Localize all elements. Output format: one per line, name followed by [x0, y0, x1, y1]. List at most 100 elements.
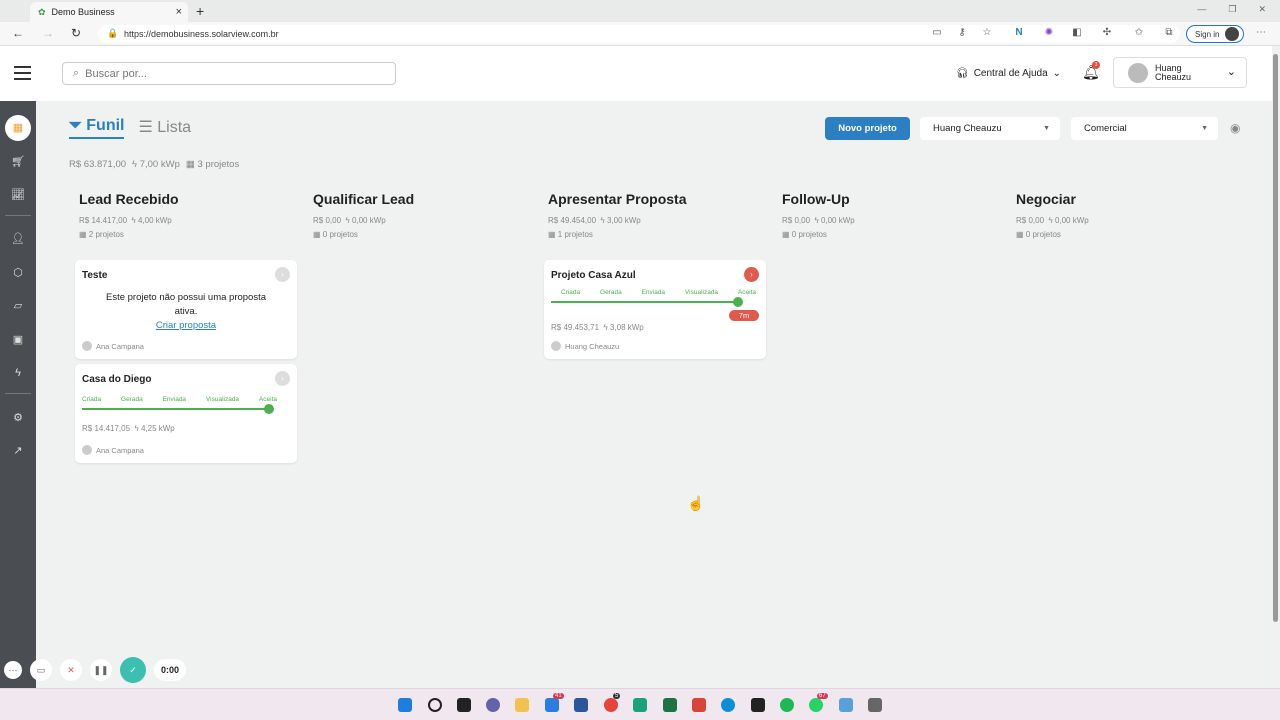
calculator-icon[interactable]: [868, 698, 882, 712]
forward-icon[interactable]: →: [42, 26, 54, 40]
teams-chat-icon[interactable]: [486, 698, 500, 712]
puzzle-icon[interactable]: ✣: [1100, 27, 1114, 41]
help-center-menu[interactable]: 🎧︎ Central de Ajuda ⌄: [956, 68, 1061, 79]
column-count-value: 0 projetos: [791, 230, 827, 239]
column-meta: R$ 14.417,00 ϟ 4,00 kWp: [79, 216, 172, 225]
column-meta: R$ 0,00 ϟ 0,00 kWp: [313, 216, 386, 225]
reload-icon[interactable]: ↻: [71, 26, 81, 40]
file-explorer-icon[interactable]: [515, 698, 529, 712]
user-menu[interactable]: Huang Cheauzu ⌄: [1113, 57, 1247, 88]
project-card-casa-do-diego[interactable]: Casa do Diego › Criada Gerada Enviada Visua…: [75, 364, 297, 463]
box-icon[interactable]: ⬡: [0, 266, 36, 279]
step-label: Enviada: [641, 289, 666, 296]
snipping-tool-icon[interactable]: [839, 698, 853, 712]
scrollbar-thumb[interactable]: [1273, 54, 1278, 622]
menu-icon[interactable]: [14, 66, 31, 84]
eye-icon[interactable]: ◉: [1230, 121, 1240, 135]
step-label: Aceita: [258, 396, 277, 403]
lock-icon: 🔒: [107, 28, 119, 38]
user-icon[interactable]: 👤︎: [0, 232, 36, 245]
favorites-icon[interactable]: ✩: [1132, 27, 1146, 41]
pause-icon[interactable]: ❚❚: [90, 659, 112, 681]
chart-icon[interactable]: 📈︎: [0, 188, 36, 201]
recording-timer: 0:00: [154, 659, 186, 681]
column-value: R$ 0,00: [782, 216, 811, 225]
more-icon[interactable]: ⋯: [4, 661, 22, 679]
chevron-down-icon: ⌄: [1226, 66, 1236, 78]
dropdown-arrow-icon: ▼: [1201, 125, 1208, 132]
favorite-icon[interactable]: ☆: [980, 27, 994, 41]
extension-icon[interactable]: ◧: [1070, 27, 1084, 41]
proposal-steps: Criada Gerada Enviada Visualizada Aceita: [82, 396, 277, 403]
chrome-icon[interactable]: [604, 698, 618, 712]
browser-tab[interactable]: ✿ Demo Business ×: [30, 2, 188, 22]
inverter-icon[interactable]: ▣: [0, 333, 36, 346]
windows-start-icon[interactable]: [398, 698, 412, 712]
search-input[interactable]: ⌕ Buscar por...: [62, 62, 396, 85]
trend-icon[interactable]: ↗: [0, 444, 36, 457]
column-count: ▦ 0 projetos: [1016, 230, 1061, 239]
card-title: Teste: [82, 270, 108, 281]
collections-icon[interactable]: ⧉: [1162, 27, 1176, 41]
project-card-teste[interactable]: Teste › Este projeto não possui uma prop…: [75, 260, 297, 359]
key-icon[interactable]: ⚷: [955, 27, 969, 41]
minimize-icon[interactable]: —: [1197, 4, 1206, 15]
filter-icon: ⏷: [69, 117, 82, 134]
sticky-notes-icon[interactable]: [751, 698, 765, 712]
column-negociar: Negociar R$ 0,00 ϟ 0,00 kWp ▦ 0 projetos: [1016, 191, 1236, 242]
more-icon[interactable]: ⋯: [1254, 27, 1268, 41]
back-icon[interactable]: ←: [12, 26, 24, 40]
bolt-icon[interactable]: ϟ: [0, 367, 36, 379]
spotify-icon[interactable]: [780, 698, 794, 712]
close-window-icon[interactable]: ✕: [1258, 4, 1266, 15]
app-icon[interactable]: [692, 698, 706, 712]
restore-icon[interactable]: ❐: [1228, 4, 1236, 15]
column-title: Negociar: [1016, 191, 1076, 207]
close-tab-icon[interactable]: ×: [176, 6, 182, 18]
excel-icon[interactable]: [663, 698, 677, 712]
url-text: https://demobusiness.solarview.com.br: [124, 29, 279, 39]
column-meta: R$ 49.454,00 ϟ 3,00 kWp: [548, 216, 641, 225]
user-filter-select[interactable]: Huang Cheauzu ▼: [920, 117, 1060, 140]
sidebar-item-dashboard[interactable]: ▦: [5, 115, 31, 141]
step-label: Gerada: [600, 289, 622, 296]
pipeline-filter-select[interactable]: Comercial ▼: [1071, 117, 1218, 140]
app-header: ⌕ Buscar por... 🎧︎ Central de Ajuda ⌄ 🔔︎…: [0, 46, 1272, 101]
word-icon[interactable]: [574, 698, 588, 712]
tab-lista[interactable]: ☰ Lista: [138, 117, 191, 139]
chevron-right-icon[interactable]: ›: [275, 371, 290, 386]
solar-panel-icon[interactable]: ▱: [0, 299, 36, 312]
chrome-badge: 5: [613, 693, 621, 699]
handshake-icon[interactable]: ⚙︎: [0, 411, 36, 424]
tab-funil-label: Funil: [86, 117, 125, 134]
signin-button[interactable]: Sign in: [1186, 25, 1244, 43]
mail-icon[interactable]: [545, 698, 559, 712]
pipeline-summary: R$ 63.871,00 ϟ 7,00 kWp ▦ 3 projetos: [69, 159, 239, 170]
list-icon: ☰: [138, 119, 153, 136]
project-card-casa-azul[interactable]: Projeto Casa Azul › Criada Gerada Enviada V…: [544, 260, 766, 359]
tab-title: Demo Business: [51, 7, 115, 17]
create-proposal-link[interactable]: Criar proposta: [75, 320, 297, 331]
extension-copilot-icon[interactable]: ✺: [1042, 27, 1056, 41]
chevron-right-icon[interactable]: ›: [744, 267, 759, 282]
leaf-icon: ✿: [38, 6, 46, 17]
notepad-icon[interactable]: [633, 698, 647, 712]
new-project-button[interactable]: Novo projeto: [825, 117, 910, 140]
camera-icon[interactable]: ▭: [30, 659, 52, 681]
scrollbar[interactable]: [1272, 46, 1280, 688]
edge-icon[interactable]: [721, 698, 735, 712]
tab-funil[interactable]: ⏷ Funil: [69, 117, 125, 139]
column-apresentar-proposta: Apresentar Proposta R$ 49.454,00 ϟ 3,00 …: [548, 191, 768, 242]
search-icon[interactable]: [428, 698, 442, 712]
whatsapp-icon[interactable]: [809, 698, 823, 712]
camera-icon[interactable]: ▭: [930, 27, 944, 41]
chevron-right-icon[interactable]: ›: [275, 267, 290, 282]
check-icon[interactable]: ✓: [120, 657, 146, 683]
new-tab-button[interactable]: +: [196, 3, 204, 19]
browser-tabstrip: ✿ Demo Business × + — ❐ ✕: [0, 0, 1280, 22]
cart-icon[interactable]: 🛒︎: [0, 155, 36, 168]
extension-n-icon[interactable]: N: [1012, 27, 1026, 41]
close-icon[interactable]: ✕: [60, 659, 82, 681]
summary-value: R$ 63.871,00: [69, 159, 127, 170]
task-view-icon[interactable]: [457, 698, 471, 712]
